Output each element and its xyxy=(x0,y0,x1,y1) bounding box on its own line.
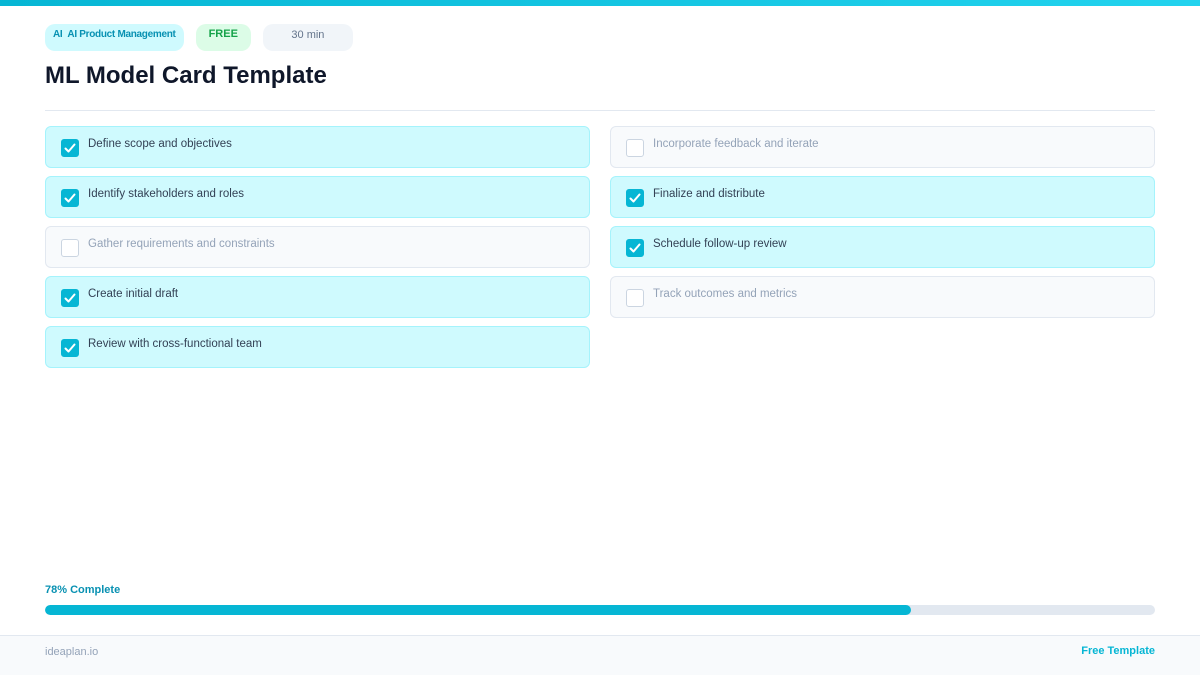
checklist-item[interactable]: Finalize and distribute xyxy=(610,176,1155,218)
progress-bar xyxy=(45,605,1155,615)
duration-badge: 30 min xyxy=(262,24,353,51)
progress-bar-fill xyxy=(45,605,911,615)
checkbox[interactable] xyxy=(61,239,79,257)
checklist-item-label: Define scope and objectives xyxy=(88,138,232,150)
footer: ideaplan.io Free Template xyxy=(0,635,1200,675)
checkmark-icon xyxy=(629,193,641,203)
category-label: AI Product Management xyxy=(67,29,176,40)
checkbox[interactable] xyxy=(61,189,79,207)
ai-icon: AI xyxy=(53,29,63,40)
progress-label: 78% Complete xyxy=(45,584,121,596)
checkbox[interactable] xyxy=(626,189,644,207)
checklist-item-label: Identify stakeholders and roles xyxy=(88,188,244,200)
checkbox[interactable] xyxy=(61,289,79,307)
checklist-item-label: Track outcomes and metrics xyxy=(653,288,798,300)
checklist-item-label: Create initial draft xyxy=(88,288,179,300)
checkmark-icon xyxy=(629,243,641,253)
page-title: ML Model Card Template xyxy=(45,62,327,89)
category-badge: AI AI Product Management xyxy=(45,24,184,51)
checkmark-icon xyxy=(64,343,76,353)
checkbox[interactable] xyxy=(61,139,79,157)
checkbox[interactable] xyxy=(626,239,644,257)
checkmark-icon xyxy=(64,143,76,153)
checklist-item[interactable]: Track outcomes and metrics xyxy=(610,276,1155,318)
checklist-item-label: Incorporate feedback and iterate xyxy=(653,138,819,150)
checkmark-icon xyxy=(64,293,76,303)
top-accent-bar xyxy=(0,0,1200,6)
checkbox[interactable] xyxy=(626,289,644,307)
footer-site-link[interactable]: ideaplan.io xyxy=(45,646,98,658)
checkmark-icon xyxy=(64,193,76,203)
checkbox[interactable] xyxy=(626,139,644,157)
checklist-item-label: Schedule follow-up review xyxy=(653,238,787,250)
title-divider xyxy=(45,110,1155,111)
checkbox[interactable] xyxy=(61,339,79,357)
checklist-item[interactable]: Review with cross-functional team xyxy=(45,326,590,368)
checklist-item-label: Finalize and distribute xyxy=(653,188,765,200)
checklist-item-label: Review with cross-functional team xyxy=(88,338,262,350)
checklist-left-column: Define scope and objectives Identify sta… xyxy=(45,126,590,368)
checklist-item[interactable]: Create initial draft xyxy=(45,276,590,318)
checklist-right-column: Incorporate feedback and iterate Finaliz… xyxy=(610,126,1155,318)
checklist-item[interactable]: Incorporate feedback and iterate xyxy=(610,126,1155,168)
checklist-item-label: Gather requirements and constraints xyxy=(88,238,275,250)
checklist-item[interactable]: Schedule follow-up review xyxy=(610,226,1155,268)
checklist-item[interactable]: Gather requirements and constraints xyxy=(45,226,590,268)
badge-row: AI AI Product Management FREE 30 min xyxy=(45,24,353,51)
checklist-item[interactable]: Identify stakeholders and roles xyxy=(45,176,590,218)
footer-template-tag: Free Template xyxy=(1081,645,1155,657)
checklist-item[interactable]: Define scope and objectives xyxy=(45,126,590,168)
free-badge: FREE xyxy=(195,24,251,51)
